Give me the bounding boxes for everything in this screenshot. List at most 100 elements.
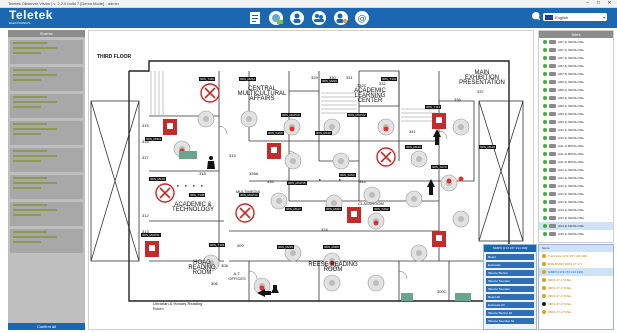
status-item[interactable]: Trenbalow [172.157.134.199] [539, 252, 613, 260]
minimize-icon[interactable]: – [582, 0, 593, 7]
site-item[interactable]: [015.1] MIDSH REL [539, 230, 613, 238]
site-item[interactable]: [013.3] MIDSH REL [539, 198, 613, 206]
site-item[interactable]: [010.2] MIDSH REL [539, 134, 613, 142]
close-icon[interactable]: ✕ [604, 0, 615, 7]
device-tag[interactable]: IRIS_M220 [321, 79, 339, 83]
site-item[interactable]: [011.2] MIDSH REL [539, 150, 613, 158]
status-item[interactable]: [0001.27.17] REL [539, 300, 613, 308]
device-tag[interactable]: IRIS_MCP32 [347, 113, 367, 117]
site-item[interactable]: [014.2] MIDSH REL [539, 214, 613, 222]
menu-item-silence-buzzer-all[interactable]: Silence Buzzer All [486, 310, 534, 316]
room-number: 344 [359, 179, 366, 184]
status-item[interactable]: BSE-BSMI2 [0001.27.17] [539, 260, 613, 268]
device-tag[interactable]: IRIS_MCP40 [239, 193, 259, 197]
site-item[interactable]: [007.3] MIDSH REL [539, 54, 613, 62]
device-tag[interactable]: IRIS_S150 [267, 131, 284, 135]
site-item[interactable]: [013.1] MIDSH REL [539, 182, 613, 190]
menu-item-silence-sounder-2[interactable]: Silence Sounder [486, 286, 534, 292]
panel-icon [549, 160, 556, 164]
site-item[interactable]: [007.4] MIDSH REL [539, 62, 613, 70]
menu-item-evacuate[interactable]: Evacuate [486, 262, 534, 268]
status-item[interactable]: [0001.27.17] REL [539, 276, 613, 284]
event-item[interactable] [10, 148, 83, 172]
site-item[interactable]: [007.1] MIDSH REL [539, 38, 613, 46]
maximize-icon[interactable]: □ [593, 0, 604, 7]
site-item[interactable]: [014.1] MIDSH REL [539, 206, 613, 214]
event-item[interactable] [10, 229, 83, 253]
device-tag[interactable]: IRIS_T108 [189, 193, 206, 197]
event-item[interactable] [10, 175, 83, 199]
user-settings-icon[interactable] [333, 10, 349, 26]
device-tag[interactable]: IRIS_T133 [209, 243, 226, 247]
chevron-down-icon: ▾ [602, 14, 605, 20]
device-tag[interactable]: IRIS_T110 [199, 77, 216, 81]
panel-icon [549, 224, 556, 228]
device-tag[interactable]: IRIS_M117 [285, 207, 302, 211]
site-item[interactable]: [012.1] MIDSH REL [539, 166, 613, 174]
site-item[interactable]: [009.3] MIDSH REL [539, 118, 613, 126]
device-tag[interactable]: IRIS_MCP31 [141, 233, 161, 237]
device-tag[interactable]: IRIS_M120 [479, 145, 497, 149]
menu-item-evacuate-all[interactable]: Evacuate All [486, 302, 534, 308]
status-item[interactable]: [0001.27.17] REL [539, 284, 613, 292]
device-tag[interactable]: IRIS_M140 [405, 145, 423, 149]
device-tag[interactable]: IRIS_S153 [339, 173, 356, 177]
event-item[interactable] [10, 67, 83, 91]
panel-icon [549, 168, 556, 172]
device-tag[interactable]: IRIS_T131 [381, 77, 398, 81]
status-item[interactable]: [0001.27.17] REL [539, 308, 613, 316]
status-item-selected[interactable]: SIMPO [172.157.134.199] [539, 268, 613, 276]
device-tag[interactable]: IRIS_M305 [323, 245, 341, 249]
device-tag[interactable]: IRIS_M301 [145, 137, 163, 141]
floor-label: THIRD FLOOR [97, 54, 132, 60]
device-tag[interactable]: IRIS_M112 [315, 131, 332, 135]
panel-icon [549, 144, 556, 148]
device-tag[interactable]: IRIS_MCP35 [287, 181, 307, 185]
device-tag[interactable]: IRIS_MCP30 [281, 113, 301, 117]
status-dot [542, 254, 546, 258]
menu-item-silence-buzzer[interactable]: Silence Buzzer [486, 270, 534, 276]
device-tag[interactable]: IRIS_M301 [325, 207, 343, 211]
site-item[interactable]: [009.1] MIDSH REL [539, 102, 613, 110]
users-icon[interactable] [311, 10, 327, 26]
site-item-selected[interactable]: [014.3] MIDSH REL [539, 222, 613, 230]
event-item[interactable] [10, 94, 83, 118]
menu-item-reset-all[interactable]: Reset All [486, 294, 534, 300]
confirm-all-button[interactable]: Confirm all [8, 323, 85, 330]
device-tag[interactable]: IRIS_M215 [277, 245, 295, 249]
site-item[interactable]: [009.2] MIDSH REL [539, 110, 613, 118]
site-item[interactable]: [007.2] MIDSH REL [539, 46, 613, 54]
menu-item-silence-sounder-all[interactable]: Silence Sounder All [486, 318, 534, 324]
site-item[interactable]: [007.5] MIDSH REL [539, 70, 613, 78]
room-academic-center: ACADEMIC LEARNING CENTER [354, 88, 386, 104]
site-item[interactable]: [011.3] MIDSH REL [539, 158, 613, 166]
site-item[interactable]: [008.3] MIDSH REL [539, 94, 613, 102]
panel-icon [549, 208, 556, 212]
language-select[interactable]: English ▾ [543, 13, 607, 21]
device-tag[interactable]: IRIS_S152 [373, 207, 390, 211]
site-item[interactable]: [010.1] MIDSH REL [539, 126, 613, 134]
report-icon[interactable] [247, 10, 263, 26]
panel-icon [549, 200, 556, 204]
user-icon[interactable] [289, 10, 305, 26]
map-icon[interactable] [268, 10, 284, 26]
site-item[interactable]: [011.1] MIDSH REL [539, 142, 613, 150]
event-item[interactable] [10, 202, 83, 226]
status-item[interactable]: [0001.27.17] REL [539, 292, 613, 300]
site-item[interactable]: [013.2] MIDSH REL [539, 190, 613, 198]
room-number: 332 [379, 81, 386, 86]
settings-icon[interactable] [531, 11, 541, 23]
event-item[interactable] [10, 40, 83, 64]
email-icon[interactable]: @ [354, 10, 370, 26]
device-tag[interactable]: IRIS_M214 [239, 77, 257, 81]
menu-item-reset[interactable]: Reset [486, 254, 534, 260]
menu-item-silence-sounder[interactable]: Silence Sounder [486, 278, 534, 284]
site-item[interactable]: [008.2] MIDSH REL [539, 86, 613, 94]
event-item[interactable] [10, 121, 83, 145]
floor-plan-view[interactable]: THIRD FLOOR CENTRAL MULTICULTURAL AFFAIR… [88, 30, 534, 330]
device-tag[interactable]: IRIS_T114 [425, 105, 442, 109]
site-item[interactable]: [012.2] MIDSH REL [539, 174, 613, 182]
site-item[interactable]: [008.1] MIDSH REL [539, 78, 613, 86]
device-tag[interactable]: IRIS_S170 [431, 165, 448, 169]
device-tag[interactable]: IRIS_M140 [149, 177, 167, 181]
